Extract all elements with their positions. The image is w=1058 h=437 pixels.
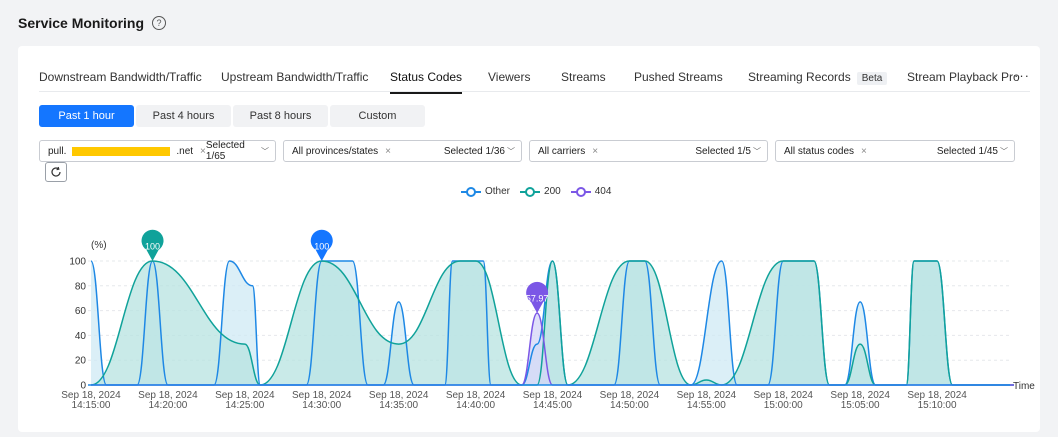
help-icon[interactable]: ?: [152, 16, 167, 30]
y-tick-label: 100: [69, 257, 86, 268]
y-tick-label: 20: [75, 356, 87, 367]
y-tick-label: 60: [75, 306, 87, 317]
y-tick-label: 80: [75, 281, 87, 292]
x-tick-label: 14:20:00: [148, 400, 187, 411]
x-tick-label: 15:10:00: [918, 400, 957, 411]
peak-marker-label: 100: [145, 242, 160, 252]
monitoring-card: Downstream Bandwidth/Traffic Upstream Ba…: [18, 46, 1040, 432]
x-tick-label: 14:50:00: [610, 400, 649, 411]
x-tick-label: 15:05:00: [841, 400, 880, 411]
y-axis-label: (%): [91, 240, 107, 251]
x-tick-label: 15:00:00: [764, 400, 803, 411]
peak-marker-label: 100: [314, 242, 329, 252]
status-code-chart: 020406080100(%)TimeSep 18, 202414:15:00S…: [61, 229, 1035, 411]
x-axis-label: Time: [1013, 381, 1035, 392]
x-tick-label: 14:25:00: [225, 400, 264, 411]
x-tick-label: 14:40:00: [456, 400, 495, 411]
x-tick-label: 14:45:00: [533, 400, 572, 411]
x-tick-label: 14:35:00: [379, 400, 418, 411]
x-tick-label: 14:30:00: [302, 400, 341, 411]
page-title: Service Monitoring: [18, 15, 145, 31]
x-tick-label: 14:15:00: [72, 400, 111, 411]
peak-marker-label: 57.97: [526, 294, 549, 304]
page-header: Service Monitoring ?: [18, 12, 167, 34]
y-tick-label: 40: [75, 331, 87, 342]
x-tick-label: 14:55:00: [687, 400, 726, 411]
